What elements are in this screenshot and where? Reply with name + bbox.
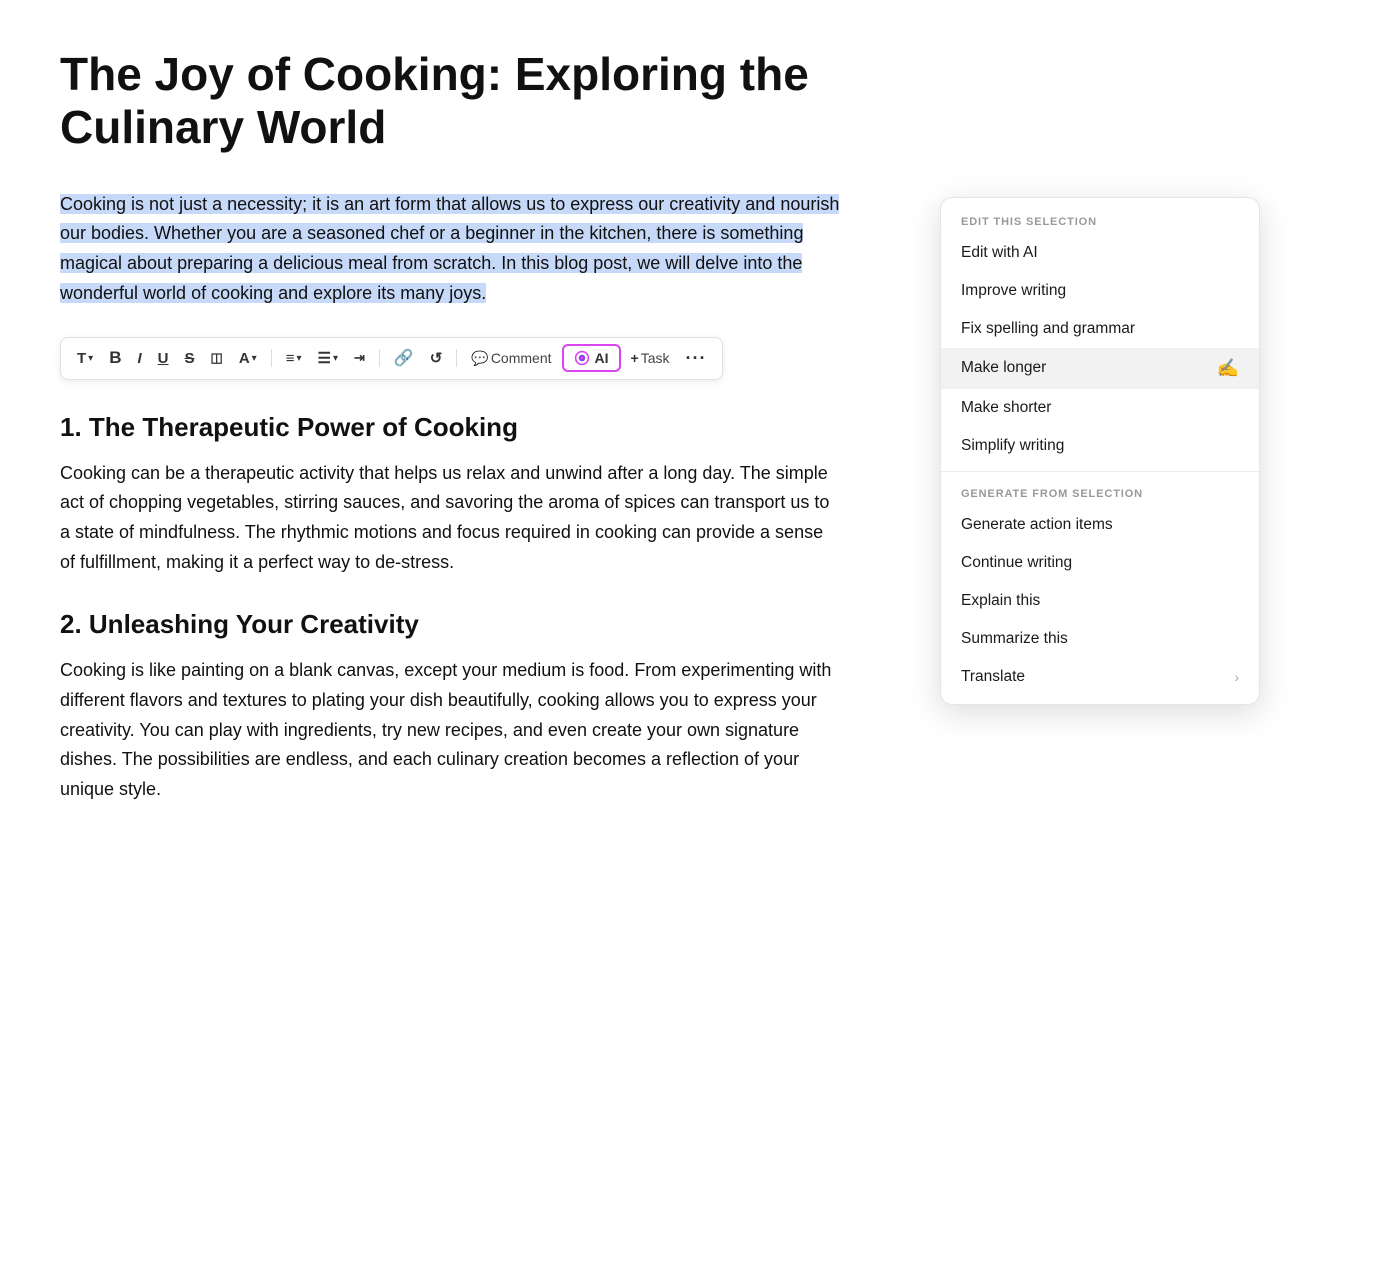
selected-text: Cooking is not just a necessity; it is a…	[60, 194, 839, 303]
link-button[interactable]: 🔗	[388, 344, 420, 372]
continue-writing-item[interactable]: Continue writing	[941, 544, 1259, 582]
fix-spelling-item[interactable]: Fix spelling and grammar	[941, 310, 1259, 348]
divider3	[456, 349, 457, 367]
list-button[interactable]: ☰ ▾	[311, 345, 343, 371]
make-shorter-item[interactable]: Make shorter	[941, 389, 1259, 427]
summarize-this-item[interactable]: Summarize this	[941, 620, 1259, 658]
editor-area: The Joy of Cooking: Exploring the Culina…	[0, 0, 900, 881]
simplify-writing-item[interactable]: Simplify writing	[941, 427, 1259, 465]
toolbar-wrapper: T ▾ B I U S ◫ A ▾ ≡ ▾ ☰ ▾ ⇥ 🔗 ↺ 💬 Commen…	[60, 337, 840, 380]
ai-icon	[574, 350, 590, 366]
ai-label: AI	[595, 350, 609, 366]
indent-button[interactable]: ⇥	[348, 346, 371, 370]
generate-action-items-item[interactable]: Generate action items	[941, 506, 1259, 544]
make-longer-item[interactable]: Make longer ✍	[941, 348, 1259, 389]
italic-button[interactable]: I	[131, 346, 147, 371]
text-style-button[interactable]: T ▾	[71, 346, 99, 371]
task-button[interactable]: + Task	[625, 346, 676, 370]
section1-heading: 1. The Therapeutic Power of Cooking	[60, 412, 840, 443]
menu-divider	[941, 471, 1259, 472]
highlight-button[interactable]: ◫	[205, 346, 229, 370]
section2-body: Cooking is like painting on a blank canv…	[60, 656, 840, 804]
translate-chevron-icon: ›	[1234, 669, 1239, 685]
intro-paragraph: Cooking is not just a necessity; it is a…	[60, 190, 840, 309]
task-label: Task	[641, 350, 670, 366]
divider1	[271, 349, 272, 367]
comment-label: Comment	[491, 350, 552, 366]
document-title: The Joy of Cooking: Exploring the Culina…	[60, 48, 840, 154]
section2-heading: 2. Unleashing Your Creativity	[60, 609, 840, 640]
improve-writing-item[interactable]: Improve writing	[941, 272, 1259, 310]
comment-button[interactable]: 💬 Comment	[465, 346, 557, 371]
strikethrough-button[interactable]: S	[179, 346, 201, 371]
explain-this-item[interactable]: Explain this	[941, 582, 1259, 620]
toolbar: T ▾ B I U S ◫ A ▾ ≡ ▾ ☰ ▾ ⇥ 🔗 ↺ 💬 Commen…	[60, 337, 723, 380]
align-button[interactable]: ≡ ▾	[280, 346, 308, 371]
ai-button[interactable]: AI	[562, 344, 621, 372]
color-button[interactable]: A ▾	[233, 346, 263, 371]
generate-section-label: GENERATE FROM SELECTION	[941, 478, 1259, 506]
cursor-hand-icon: ✍	[1217, 358, 1239, 379]
edit-section-label: EDIT THIS SELECTION	[941, 206, 1259, 234]
more-button[interactable]: ···	[679, 344, 712, 373]
section1-body: Cooking can be a therapeutic activity th…	[60, 459, 840, 578]
underline-button[interactable]: U	[152, 346, 175, 371]
ai-dropdown-menu: EDIT THIS SELECTION Edit with AI Improve…	[940, 197, 1260, 705]
bold-button[interactable]: B	[103, 344, 127, 372]
undo-button[interactable]: ↺	[424, 345, 449, 371]
divider2	[379, 349, 380, 367]
edit-with-ai-item[interactable]: Edit with AI	[941, 234, 1259, 272]
translate-item[interactable]: Translate ›	[941, 658, 1259, 696]
